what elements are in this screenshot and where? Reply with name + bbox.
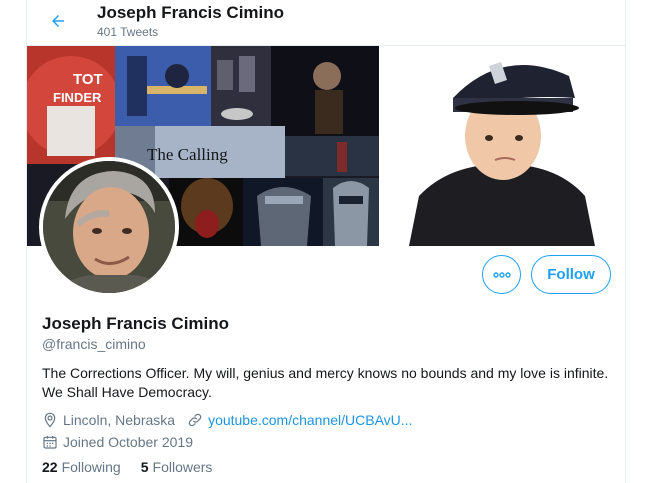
location-icon — [44, 412, 56, 428]
avatar-image — [43, 161, 175, 293]
joined-text: Joined October 2019 — [63, 434, 193, 450]
profile-column: Joseph Francis Cimino 401 Tweets TOT FIN… — [26, 0, 626, 483]
collage-caption: The Calling — [147, 145, 228, 164]
link-icon — [188, 413, 202, 427]
website-item[interactable]: youtube.com/channel/UCBAvU... — [187, 412, 412, 428]
banner-police-boy-photo — [379, 46, 625, 246]
location-text: Lincoln, Nebraska — [63, 412, 176, 428]
profile-display-name: Joseph Francis Cimino — [42, 314, 230, 333]
followers-link[interactable]: 5 Followers — [141, 459, 213, 475]
website-link[interactable]: youtube.com/channel/UCBAvU... — [208, 412, 412, 428]
back-button[interactable] — [45, 8, 71, 34]
follow-counts: 22 Following 5 Followers — [42, 459, 212, 475]
following-count: 22 — [42, 459, 58, 475]
profile-bio: The Corrections Officer. My will, genius… — [42, 365, 609, 400]
profile-handle: @francis_cimino — [42, 336, 146, 352]
more-options-button[interactable] — [482, 255, 521, 294]
following-link[interactable]: 22 Following — [42, 459, 121, 475]
profile-actions: Follow — [482, 255, 611, 294]
sign-text-2: FINDER — [53, 90, 102, 105]
location-item: Lincoln, Nebraska — [42, 412, 175, 428]
police-boy-image — [379, 46, 625, 246]
followers-count: 5 — [140, 459, 149, 475]
header-name: Joseph Francis Cimino — [97, 3, 285, 22]
profile-meta: Lincoln, Nebraska youtube.com/channel/UC… — [42, 410, 424, 454]
tweet-count: 401 Tweets — [97, 25, 159, 39]
calendar-icon — [43, 436, 57, 449]
more-icon — [492, 271, 511, 278]
sign-text: TOT — [73, 71, 103, 88]
following-label: Following — [61, 459, 121, 475]
profile-avatar[interactable] — [39, 157, 179, 297]
followers-label: Followers — [152, 459, 213, 475]
back-arrow-icon — [52, 15, 64, 27]
follow-button[interactable]: Follow — [531, 255, 611, 294]
profile-header: Joseph Francis Cimino 401 Tweets — [27, 0, 625, 46]
joined-item: Joined October 2019 — [42, 434, 193, 450]
